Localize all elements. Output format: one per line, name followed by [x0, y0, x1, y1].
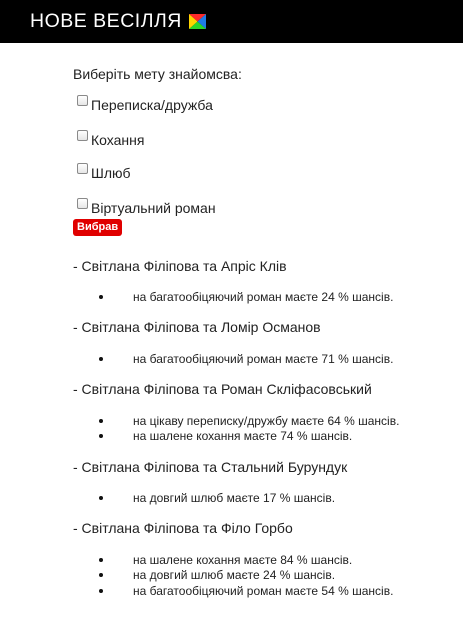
option-label: Шлюб [91, 165, 131, 181]
result-item: на багатообіцяючий роман маєте 71 % шанс… [99, 352, 393, 367]
option-label: Переписка/дружба [91, 97, 213, 113]
result-pair: - Світлана Філіпова та Апріс Клів [73, 258, 287, 274]
option-virtual-romance[interactable]: Віртуальний роман [77, 198, 216, 216]
option-label: Кохання [91, 132, 145, 148]
app-header: НОВЕ ВЕСІЛЛЯ [0, 0, 463, 43]
option-label: Віртуальний роман [91, 200, 216, 216]
result-item: на шалене кохання маєте 74 % шансів. [99, 429, 352, 444]
logo-flag-icon [189, 14, 207, 29]
checkbox-marriage[interactable] [77, 163, 88, 174]
option-marriage[interactable]: Шлюб [77, 163, 131, 181]
checkbox-virtual-romance[interactable] [77, 198, 88, 209]
result-item: на шалене кохання маєте 84 % шансів. [99, 553, 352, 568]
result-pair: - Світлана Філіпова та Філо Горбо [73, 520, 293, 536]
app-title: НОВЕ ВЕСІЛЛЯ [30, 10, 182, 32]
result-item: на багатообіцяючий роман маєте 54 % шанс… [99, 584, 393, 599]
submit-button[interactable]: Вибрав [73, 219, 123, 236]
option-friendship[interactable]: Переписка/дружба [77, 95, 213, 113]
option-love[interactable]: Кохання [77, 130, 145, 148]
result-item: на довгий шлюб маєте 24 % шансів. [99, 568, 335, 583]
checkbox-friendship[interactable] [77, 95, 88, 106]
result-item: на багатообіцяючий роман маєте 24 % шанс… [99, 290, 393, 305]
checkbox-love[interactable] [77, 130, 88, 141]
result-item: на цікаву переписку/дружбу маєте 64 % ша… [99, 414, 399, 429]
form-prompt: Виберіть мету знайомсва: [73, 66, 242, 82]
result-pair: - Світлана Філіпова та Роман Скліфасовсь… [73, 381, 372, 397]
result-pair: - Світлана Філіпова та Ломір Османов [73, 319, 321, 335]
result-item: на довгий шлюб маєте 17 % шансів. [99, 491, 335, 506]
result-pair: - Світлана Філіпова та Стальний Бурундук [73, 459, 348, 475]
